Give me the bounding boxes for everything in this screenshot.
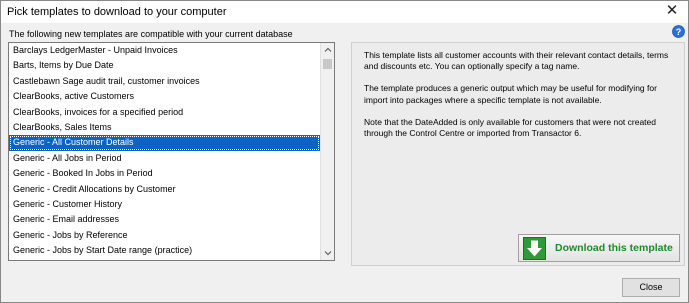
list-item[interactable]: Barts, Items by Due Date	[9, 58, 320, 73]
list-item[interactable]: ClearBooks, active Customers	[9, 89, 320, 104]
template-list-items: Barclays LedgerMaster - Unpaid Invoices B…	[9, 43, 320, 258]
list-item[interactable]: Barclays LedgerMaster - Unpaid Invoices	[9, 43, 320, 58]
download-template-button[interactable]: Download this template	[518, 234, 680, 262]
list-item[interactable]: Generic - Email addresses	[9, 212, 320, 227]
download-arrow-icon	[523, 237, 546, 260]
window-title: Pick templates to download to your compu…	[7, 6, 227, 18]
help-icon[interactable]: ?	[672, 25, 685, 38]
window-close-icon[interactable]: ✕	[664, 3, 680, 19]
description-paragraph: This template lists all customer account…	[364, 50, 669, 72]
list-item[interactable]: Generic - Jobs by Start Date range (prac…	[9, 243, 320, 258]
description-paragraph: The template produces a generic output w…	[364, 83, 657, 105]
pick-templates-dialog: Pick templates to download to your compu…	[0, 0, 689, 303]
title-bar: Pick templates to download to your compu…	[1, 1, 688, 23]
list-item[interactable]: Generic - Booked In Jobs in Period	[9, 166, 320, 181]
download-button-label: Download this template	[555, 242, 673, 254]
list-item[interactable]: ClearBooks, Sales Items	[9, 120, 320, 135]
list-item-selected[interactable]: Generic - All Customer Details	[9, 135, 320, 151]
close-button[interactable]: Close	[622, 278, 680, 297]
scroll-down-icon[interactable]	[321, 246, 335, 260]
list-scrollbar[interactable]	[320, 43, 334, 260]
list-item[interactable]: ClearBooks, invoices for a specified per…	[9, 105, 320, 120]
template-description: This template lists all customer account…	[364, 50, 680, 150]
list-item[interactable]: Generic - Jobs by Reference	[9, 228, 320, 243]
list-item[interactable]: Generic - Credit Allocations by Customer	[9, 182, 320, 197]
scroll-thumb[interactable]	[323, 59, 332, 69]
list-item[interactable]: Castlebawn Sage audit trail, customer in…	[9, 74, 320, 89]
description-paragraph: Note that the DateAdded is only availabl…	[364, 116, 656, 139]
compatibility-note: The following new templates are compatib…	[9, 29, 293, 39]
svg-text:?: ?	[676, 27, 682, 37]
list-item[interactable]: Generic - All Jobs in Period	[9, 151, 320, 166]
scroll-up-icon[interactable]	[321, 43, 335, 57]
template-description-panel: This template lists all customer account…	[351, 42, 685, 266]
list-item[interactable]: Generic - Customer History	[9, 197, 320, 212]
template-list[interactable]: Barclays LedgerMaster - Unpaid Invoices B…	[8, 42, 335, 261]
